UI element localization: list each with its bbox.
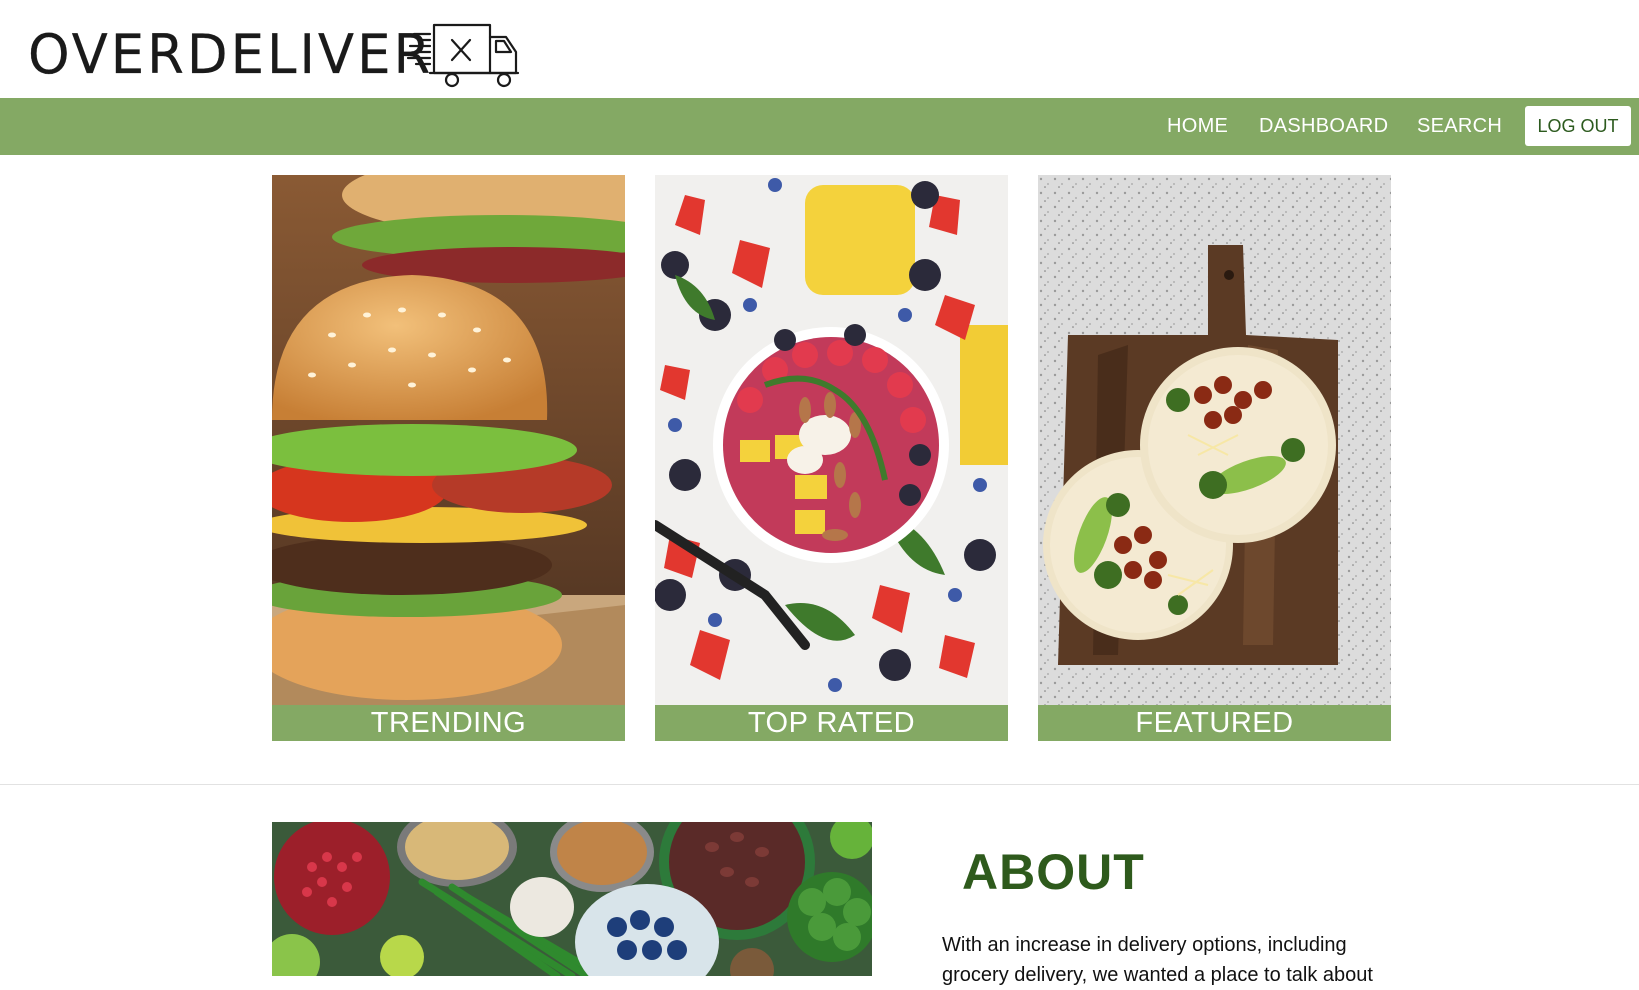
card-label-top-rated: TOP RATED: [655, 705, 1008, 741]
card-label-featured: FEATURED: [1038, 705, 1391, 741]
top-rated-card[interactable]: TOP RATED: [655, 175, 1008, 741]
navbar: HOME DASHBOARD SEARCH LOG OUT: [0, 98, 1639, 155]
burger-photo: [272, 175, 625, 705]
nav-search-link[interactable]: SEARCH: [1417, 98, 1502, 155]
vegetables-and-grains-photo: [272, 822, 872, 976]
brand-name: OVERDELIVER: [28, 23, 434, 86]
trending-card[interactable]: TRENDING: [272, 175, 625, 741]
nav-home-link[interactable]: HOME: [1167, 98, 1228, 155]
brand-logo[interactable]: OVERDELIVER: [28, 22, 520, 88]
section-divider: [0, 784, 1639, 785]
card-label-trending: TRENDING: [272, 705, 625, 741]
about-heading: ABOUT: [962, 844, 1145, 900]
tacos-on-board-photo: [1038, 175, 1391, 705]
about-paragraph: With an increase in delivery options, in…: [942, 934, 1373, 986]
logout-button[interactable]: LOG OUT: [1525, 106, 1631, 146]
nav-dashboard-link[interactable]: DASHBOARD: [1259, 98, 1388, 155]
header: OVERDELIVER: [0, 0, 1639, 98]
about-image: [272, 822, 872, 976]
delivery-truck-icon: [406, 23, 520, 88]
featured-card[interactable]: FEATURED: [1038, 175, 1391, 741]
fruit-smoothie-bowl-photo: [655, 175, 1008, 705]
